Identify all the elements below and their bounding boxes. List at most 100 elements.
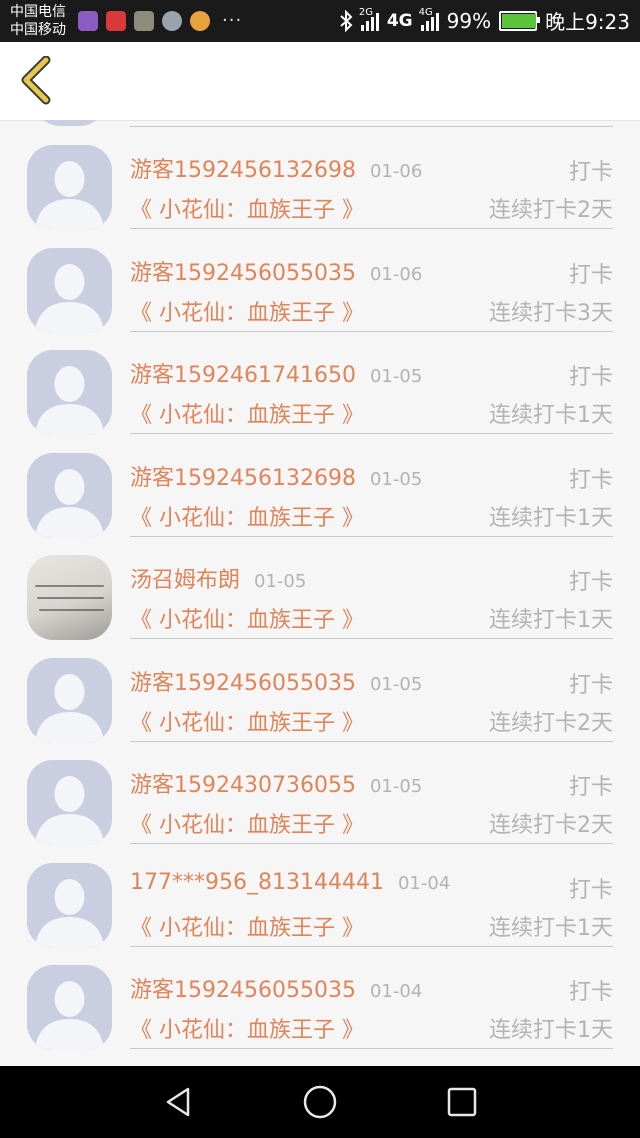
streak-text: 连续打卡1天 xyxy=(489,915,613,941)
system-nav-bar xyxy=(0,1066,640,1138)
checkin-label: 打卡 xyxy=(568,160,613,185)
gallery-notification-icon xyxy=(78,10,98,31)
checkin-date: 01-04 xyxy=(397,872,451,894)
default-avatar-icon xyxy=(27,862,112,948)
user-name-text: 游客1592456132698 xyxy=(130,158,356,183)
avatar xyxy=(27,145,112,230)
user-name: 汤召姆布朗 01-05 xyxy=(130,562,306,594)
checkin-date: 01-05 xyxy=(369,468,423,490)
checkin-date: 01-06 xyxy=(369,263,423,285)
streak-text: 连续打卡1天 xyxy=(489,608,613,633)
clock: 晚上9:23 xyxy=(545,10,630,34)
nav-home-button[interactable] xyxy=(302,1084,338,1120)
back-button[interactable] xyxy=(14,56,64,106)
default-avatar-icon xyxy=(27,760,112,845)
battery-icon xyxy=(499,10,541,31)
checkin-label: 打卡 xyxy=(568,467,613,493)
book-title: 《 小花仙：血族王子 》 xyxy=(130,710,364,736)
checkin-label: 打卡 xyxy=(568,877,613,903)
streak-text: 连续打卡1天 xyxy=(489,1018,613,1043)
signal-4g-icon: 4G xyxy=(419,7,439,31)
user-name: 游客1592456055035 01-06 xyxy=(130,255,422,287)
list-item[interactable]: 游客1592456055035 01-06 《 小花仙：血族王子 》 打卡 连续打卡3天 xyxy=(0,223,640,333)
bluetooth-icon xyxy=(340,9,353,32)
carrier-labels: 中国电信 中国移动 xyxy=(10,3,66,39)
user-name: 游客1592456132698 01-05 xyxy=(130,460,422,492)
user-name-text: 游客1592456055035 xyxy=(130,978,356,1003)
checkin-label: 打卡 xyxy=(568,980,613,1005)
avatar-handwriting xyxy=(37,597,104,599)
book-title: 《 小花仙：血族王子 》 xyxy=(130,505,364,531)
checkin-date: 01-05 xyxy=(369,366,423,387)
user-name: 游客1592456055035 01-05 xyxy=(130,665,422,697)
list-item[interactable]: 游客1592456055035 01-04 《 小花仙：血族王子 》 打卡 连续打卡1天 xyxy=(0,940,640,1050)
book-title: 《 小花仙：血族王子 》 xyxy=(130,813,364,838)
notification-icons: ··· xyxy=(78,10,242,31)
streak-text: 连续打卡2天 xyxy=(489,710,613,736)
default-avatar-icon xyxy=(27,452,112,538)
default-avatar-icon xyxy=(27,247,112,333)
signal-2g-icon: 2G xyxy=(359,7,379,31)
nav-back-button[interactable] xyxy=(160,1084,196,1120)
battery-percent: 99% xyxy=(446,8,492,33)
avatar xyxy=(27,555,112,640)
streak-text: 连续打卡2天 xyxy=(489,813,613,838)
carrier-1: 中国电信 xyxy=(10,4,66,20)
avatar xyxy=(27,862,112,948)
user-name: 游客1592461741650 01-05 xyxy=(130,357,422,389)
globe-notification-icon xyxy=(162,10,182,31)
default-avatar-icon xyxy=(27,657,112,743)
avatar xyxy=(27,965,112,1050)
streak-text: 连续打卡3天 xyxy=(489,300,613,326)
default-avatar-icon xyxy=(27,145,112,230)
row-divider xyxy=(130,1048,613,1049)
list-item[interactable]: 游客1592430736055 01-05 《 小花仙：血族王子 》 打卡 连续打卡2天 xyxy=(0,735,640,845)
app-notification-icon xyxy=(106,10,126,31)
list-item[interactable]: 汤召姆布朗 01-05 《 小花仙：血族王子 》 打卡连续打卡1天 xyxy=(0,530,640,640)
list-item[interactable]: 177***956_813144441 01-04 《 小花仙：血族王子 》 打卡连续… xyxy=(0,838,640,948)
checkin-date: 01-04 xyxy=(369,981,423,1002)
avatar xyxy=(27,760,112,845)
user-name-text: 177***956_813144441 xyxy=(130,869,384,895)
user-name: 游客1592430736055 01-05 xyxy=(130,767,422,799)
streak-text: 连续打卡1天 xyxy=(489,505,613,531)
user-name-text: 游客1592456132698 xyxy=(130,465,356,491)
book-title: 《 小花仙：血族王子 》 xyxy=(130,198,364,223)
list-item[interactable]: 游客1592461741650 01-05 《 小花仙：血族王子 》 打卡 连续打卡1天 xyxy=(0,325,640,435)
book-title: 《 小花仙：血族王子 》 xyxy=(130,915,364,941)
checkin-date: 01-05 xyxy=(369,776,423,797)
checkin-label: 打卡 xyxy=(568,672,613,698)
checkin-label: 打卡 xyxy=(568,365,613,390)
book-title: 《 小花仙：血族王子 》 xyxy=(130,300,364,326)
avatar xyxy=(27,350,112,435)
book-title: 《 小花仙：血族王子 》 xyxy=(130,403,364,428)
list-item[interactable]: 游客1592456132698 01-05 《 小花仙：血族王子 》 打卡 连续打卡1天 xyxy=(0,428,640,538)
nav-recents-button[interactable] xyxy=(444,1084,480,1120)
user-name-text: 游客1592461741650 xyxy=(130,363,356,388)
default-avatar-icon xyxy=(27,350,112,435)
user-name-text: 汤召姆布朗 xyxy=(130,568,241,593)
status-bar: 中国电信 中国移动 ··· 2G 4G 4G 99% 晚上9:23 xyxy=(0,0,640,42)
list-item[interactable]: 游客1592456132698 01-06 《 小花仙：血族王子 》 打卡 连续打卡2天 xyxy=(0,120,640,230)
user-name-text: 游客1592430736055 xyxy=(130,773,356,798)
user-name: 游客1592456132698 01-06 xyxy=(130,152,422,184)
streak-text: 连续打卡1天 xyxy=(489,403,613,428)
book-title: 《 小花仙：血族王子 》 xyxy=(130,1018,364,1043)
chevron-left-icon xyxy=(21,56,51,105)
user-name-text: 游客1592456055035 xyxy=(130,260,356,286)
photo-notification-icon xyxy=(134,10,154,31)
checkin-date: 01-05 xyxy=(254,571,307,592)
carrier-2: 中国移动 xyxy=(10,22,66,38)
checkin-date: 01-06 xyxy=(369,161,423,182)
list-item[interactable]: 游客1592456055035 01-05 《 小花仙：血族王子 》 打卡 连续打卡2天 xyxy=(0,633,640,743)
checkin-label: 打卡 xyxy=(568,262,613,288)
default-avatar-icon xyxy=(27,965,112,1050)
book-title: 《 小花仙：血族王子 》 xyxy=(130,608,364,633)
checkin-list[interactable]: 游客1592456132698 01-06 《 小花仙：血族王子 》打卡 连续打卡2天… xyxy=(0,120,640,1066)
avatar xyxy=(27,657,112,743)
checkin-date: 01-05 xyxy=(369,673,423,695)
user-name-text: 游客1592456055035 xyxy=(130,670,356,696)
app-header xyxy=(0,42,640,121)
user-name: 游客1592456055035 01-04 xyxy=(130,972,422,1004)
checkin-label: 打卡 xyxy=(568,570,613,595)
